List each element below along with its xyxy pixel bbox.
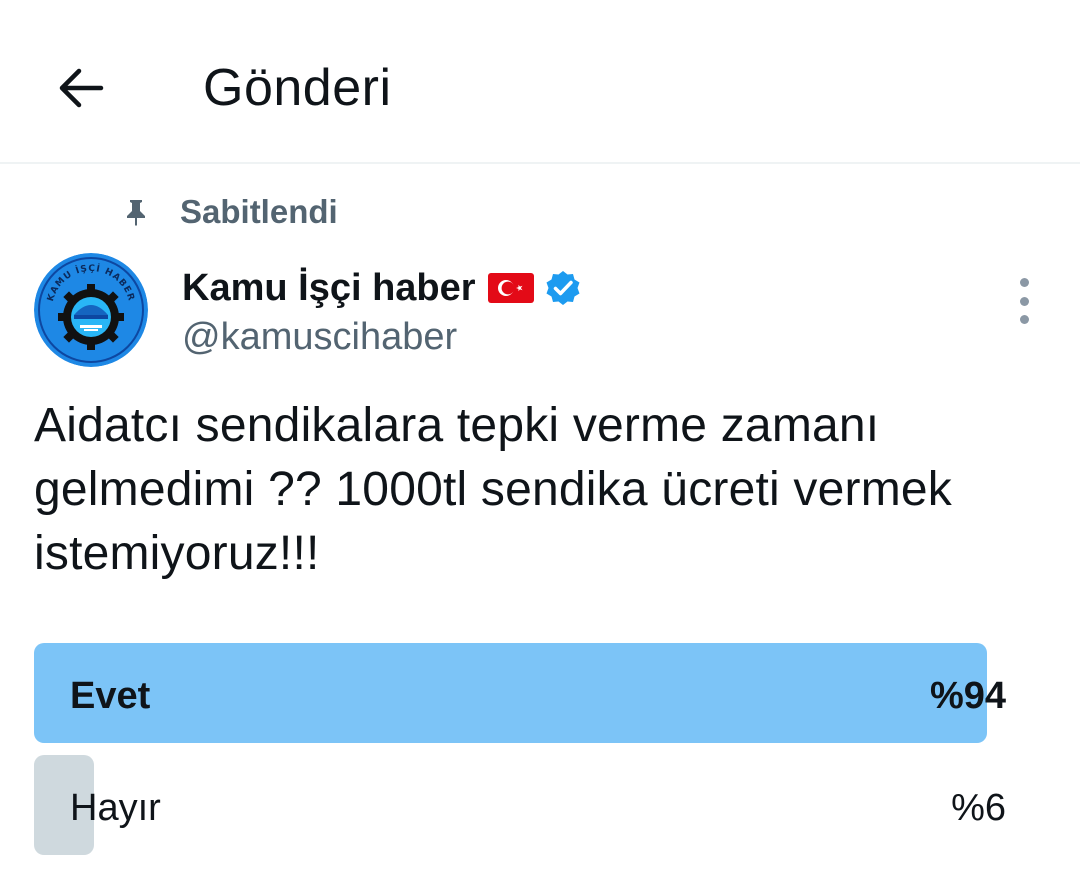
poll-option-hayir[interactable]: Hayır %6 <box>34 755 1006 855</box>
poll-option-percent: %6 <box>951 787 1006 829</box>
poll: Evet %94 Hayır %6 <box>34 643 1006 867</box>
pin-icon <box>120 196 152 228</box>
more-options-icon[interactable] <box>1004 278 1044 324</box>
turkey-flag-icon <box>487 273 534 303</box>
tweet-text: Aidatcı sendikalara tepki verme zamanı g… <box>34 399 952 580</box>
back-button[interactable] <box>50 58 110 118</box>
arrow-left-icon <box>59 68 104 108</box>
verified-badge-icon <box>544 269 582 307</box>
pinned-label: Sabitlendi <box>180 193 338 230</box>
poll-option-label: Evet <box>70 675 151 717</box>
author-row: Kamu İşçi haber <box>182 264 582 312</box>
author-name[interactable]: Kamu İşçi haber <box>182 267 476 310</box>
top-bar: Gönderi <box>0 0 1080 164</box>
author-handle[interactable]: @kamuscihaber <box>182 314 457 360</box>
avatar[interactable]: KAMU İŞÇİ HABER <box>34 253 148 367</box>
poll-bar-evet <box>34 643 987 743</box>
poll-option-label: Hayır <box>70 787 161 829</box>
pinned-indicator: Sabitlendi <box>120 190 338 234</box>
page-title: Gönderi <box>203 59 392 117</box>
poll-option-percent: %94 <box>929 675 1006 717</box>
poll-option-evet[interactable]: Evet %94 <box>34 643 1006 743</box>
